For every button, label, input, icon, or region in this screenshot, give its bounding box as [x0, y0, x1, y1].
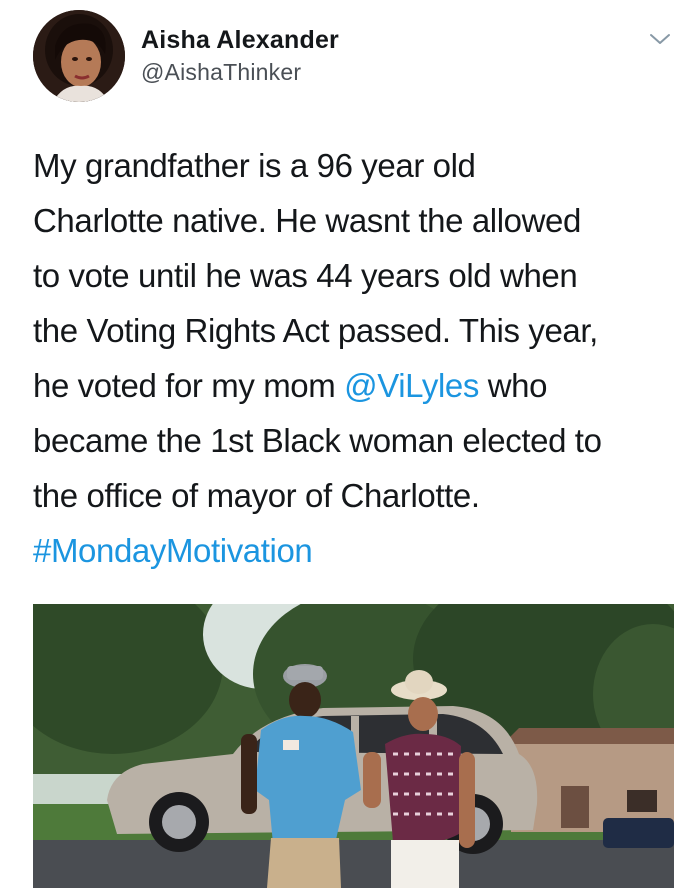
tweet-text-line: Charlotte native. He wasnt the allowed	[33, 202, 581, 239]
photo-scene	[33, 604, 674, 888]
tweet-text-line: the office of mayor of Charlotte.	[33, 477, 480, 514]
hashtag-link[interactable]: #MondayMotivation	[33, 523, 678, 578]
tweet-text-fragment: who	[478, 367, 548, 404]
tweet-card: Aisha Alexander @AishaThinker My grandfa…	[0, 0, 700, 892]
display-name[interactable]: Aisha Alexander	[141, 26, 339, 55]
tweet-text-fragment: he voted for my mom	[33, 367, 345, 404]
mention-link[interactable]: @ViLyles	[344, 367, 479, 404]
chevron-down-icon[interactable]	[649, 31, 671, 47]
tweet-text-line: became the 1st Black woman elected to	[33, 422, 602, 459]
tweet-text-line: My grandfather is a 96 year old	[33, 147, 476, 184]
tweet-text: My grandfather is a 96 year old Charlott…	[33, 138, 678, 578]
user-handle[interactable]: @AishaThinker	[141, 59, 301, 86]
tweet-text-line: to vote until he was 44 years old when	[33, 257, 578, 294]
avatar[interactable]	[33, 10, 125, 102]
tweet-photo[interactable]	[33, 604, 674, 888]
avatar-photo	[33, 10, 125, 102]
tweet-text-line: he voted for my mom @ViLyles who	[33, 358, 678, 413]
tweet-text-line: the Voting Rights Act passed. This year,	[33, 312, 598, 349]
